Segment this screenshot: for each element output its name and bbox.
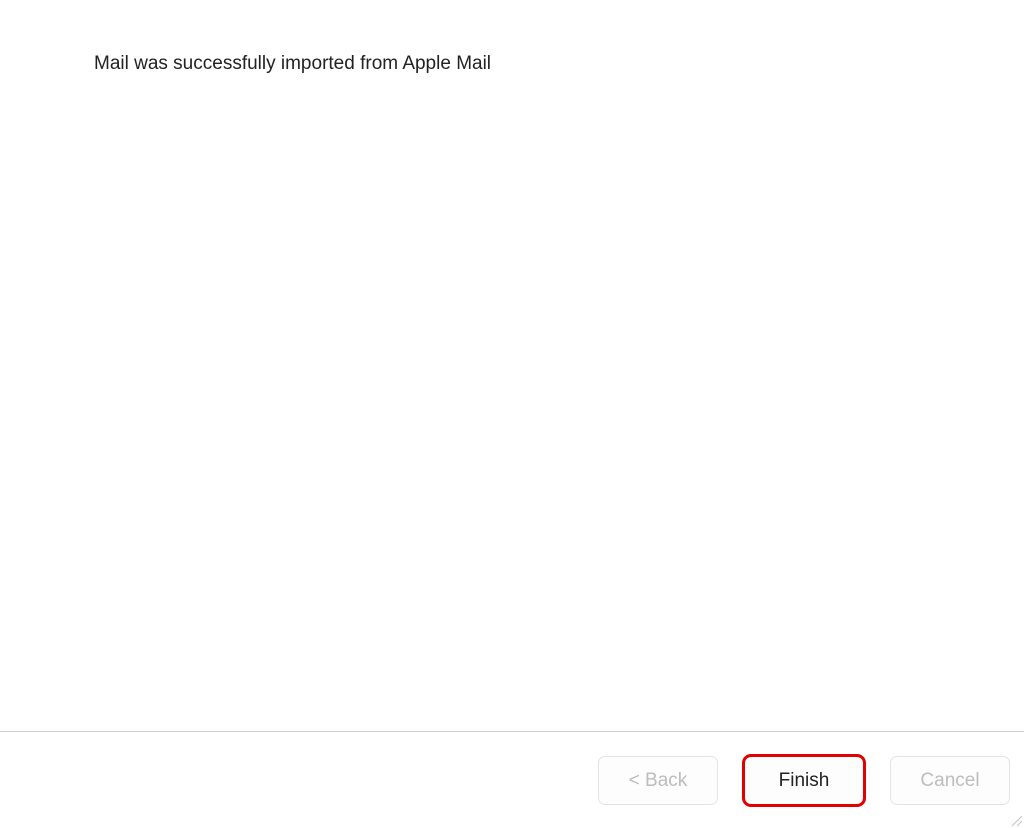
- resize-grip-icon: [1010, 814, 1022, 826]
- finish-button[interactable]: Finish: [744, 756, 864, 805]
- back-button[interactable]: < Back: [598, 756, 718, 805]
- button-bar: < Back Finish Cancel: [0, 732, 1024, 828]
- cancel-button[interactable]: Cancel: [890, 756, 1010, 805]
- status-message: Mail was successfully imported from Appl…: [94, 52, 930, 77]
- content-area: Mail was successfully imported from Appl…: [0, 0, 1024, 732]
